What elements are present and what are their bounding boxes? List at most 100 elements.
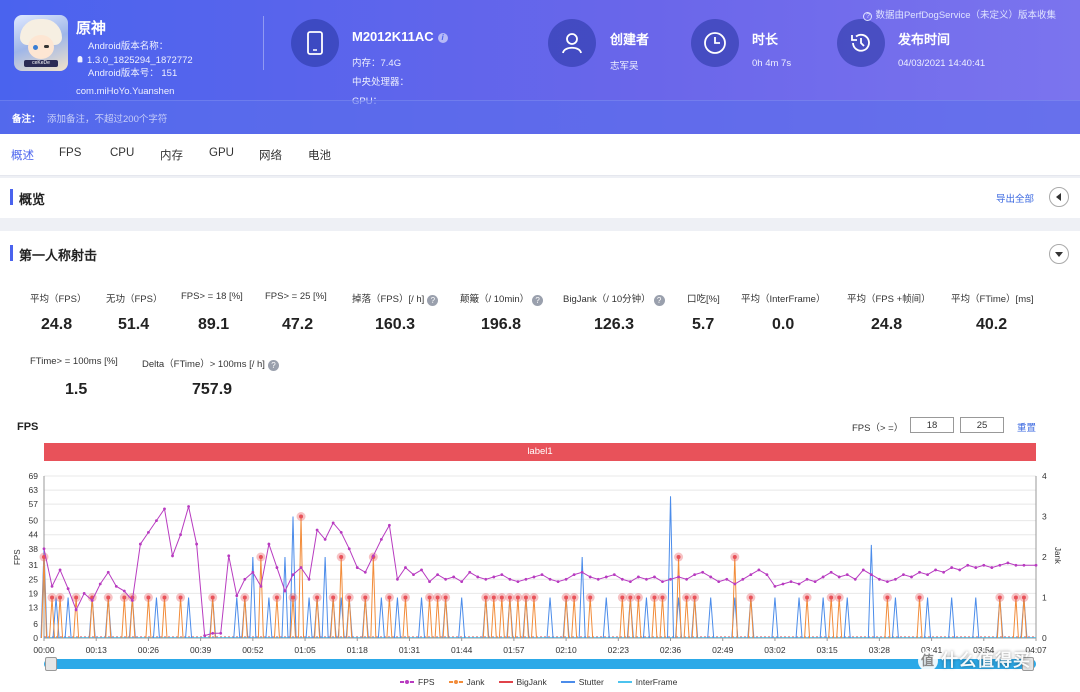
tab-overview[interactable]: 概述 (11, 147, 34, 163)
x-tick-label: 02:49 (712, 645, 734, 655)
tab-cpu[interactable]: CPU (110, 147, 134, 159)
fps-point (42, 547, 46, 551)
fps-point (604, 575, 608, 579)
x-tick-label: 00:39 (190, 645, 212, 655)
y-tick-label: 44 (29, 530, 39, 540)
fps-point (548, 577, 552, 581)
fps-point (355, 566, 359, 569)
legend-item-bigjank[interactable]: BigJank (498, 676, 547, 688)
fps-point (789, 580, 793, 584)
help-icon[interactable]: ? (427, 295, 439, 306)
x-tick-label: 02:10 (555, 645, 577, 655)
tab-gpu[interactable]: GPU (209, 147, 234, 159)
fps-point (114, 584, 118, 588)
fps-point (821, 575, 825, 579)
legend-item-fps[interactable]: FPS (400, 676, 435, 688)
fps-point (910, 575, 913, 579)
fps-point (757, 568, 761, 572)
y2-tick-label: 3 (1042, 512, 1047, 522)
x-tick-label: 03:28 (869, 645, 891, 655)
info-icon[interactable]: i (437, 33, 448, 43)
x-tick-label: 00:52 (242, 645, 264, 655)
jank-marker (274, 595, 279, 600)
help-icon: ? (863, 12, 873, 21)
tab-fps[interactable]: FPS (59, 147, 81, 159)
reset-link[interactable]: 重置 (1017, 420, 1036, 434)
tab-battery[interactable]: 电池 (308, 147, 331, 163)
fps-point (781, 582, 785, 586)
fps-point (853, 577, 857, 581)
fps-point (934, 568, 937, 572)
fps-threshold-high-input[interactable] (960, 417, 1004, 433)
time-range-scrollbar[interactable] (44, 659, 1036, 669)
fps-point (733, 582, 737, 586)
app-package: com.miHoYo.Yuanshen (76, 86, 175, 97)
jank-marker (837, 595, 842, 600)
legend-item-jank[interactable]: Jank (448, 676, 485, 688)
fps-point (765, 573, 769, 577)
fps-point (74, 608, 78, 612)
scrollbar-left-handle[interactable] (45, 657, 57, 671)
fps-point (998, 563, 1002, 567)
jank-marker (660, 595, 665, 600)
help-icon[interactable]: ? (532, 295, 544, 306)
fps-point (347, 547, 351, 551)
metric-label: 平均（FPS） (30, 294, 87, 305)
fps-point (572, 573, 576, 577)
help-icon[interactable]: ? (267, 360, 279, 371)
metric-value: 24.8 (871, 316, 903, 333)
expand-button[interactable] (1049, 244, 1069, 264)
y2-tick-label: 0 (1042, 633, 1047, 643)
y-tick-label: 0 (33, 633, 38, 643)
fps-point (508, 577, 512, 581)
jank-marker (885, 595, 890, 600)
metric-value: 47.2 (282, 316, 314, 333)
fps-point (331, 521, 335, 525)
label-band[interactable]: label1 (44, 443, 1036, 461)
tab-network[interactable]: 网络 (259, 147, 282, 163)
metric-value: 0.0 (772, 316, 795, 333)
fps-point (877, 577, 881, 581)
stutter-series (40, 496, 1028, 639)
legend-item-interframe[interactable]: InterFrame (617, 676, 677, 688)
fps-point (484, 577, 488, 581)
metric-value: 1.5 (65, 381, 88, 398)
fps-point (725, 577, 729, 581)
user-icon (548, 19, 596, 67)
jank-marker (50, 595, 55, 600)
creator-value: 志军吴 (610, 61, 639, 72)
android-icon (77, 55, 83, 62)
fps-point (227, 554, 231, 558)
fps-point (861, 568, 865, 572)
collapse-button[interactable] (1049, 187, 1069, 207)
jank-marker (291, 595, 296, 600)
fps-point (1034, 563, 1038, 567)
legend-item-stutter[interactable]: Stutter (560, 676, 604, 688)
fps-point (701, 570, 705, 574)
y-tick-label: 63 (29, 485, 39, 495)
help-icon[interactable]: ? (653, 295, 665, 306)
fps-point (990, 566, 994, 569)
fps-point (805, 577, 809, 581)
fps-point (886, 580, 889, 584)
fps-point (636, 575, 640, 579)
fps-point (516, 580, 520, 584)
jank-marker (403, 595, 408, 600)
jank-marker (74, 595, 79, 600)
x-tick-label: 01:05 (294, 645, 316, 655)
fps-point (138, 542, 142, 546)
phone-icon (291, 19, 339, 67)
export-all-link[interactable]: 导出全部 (996, 191, 1034, 205)
note-input[interactable]: 添加备注，不超过200个字符 (47, 111, 167, 125)
jank-marker (748, 595, 753, 600)
tab-memory[interactable]: 内存 (160, 147, 183, 163)
fps-point (918, 570, 921, 574)
jank-marker (732, 555, 737, 559)
fps-threshold-low-input[interactable] (910, 417, 954, 433)
fps-chart[interactable]: 0 6 13 19 25 31 38 44 50 57 63 69 0 1 2 3 4 FPS Jank 00:00 0… (0, 466, 1080, 656)
fps-point (902, 573, 905, 577)
device-memory: 内存：7.4G (352, 58, 402, 69)
fps-point (50, 584, 54, 588)
fps-point (669, 577, 672, 581)
metric-label: 平均（FPS +帧间） (847, 294, 931, 305)
